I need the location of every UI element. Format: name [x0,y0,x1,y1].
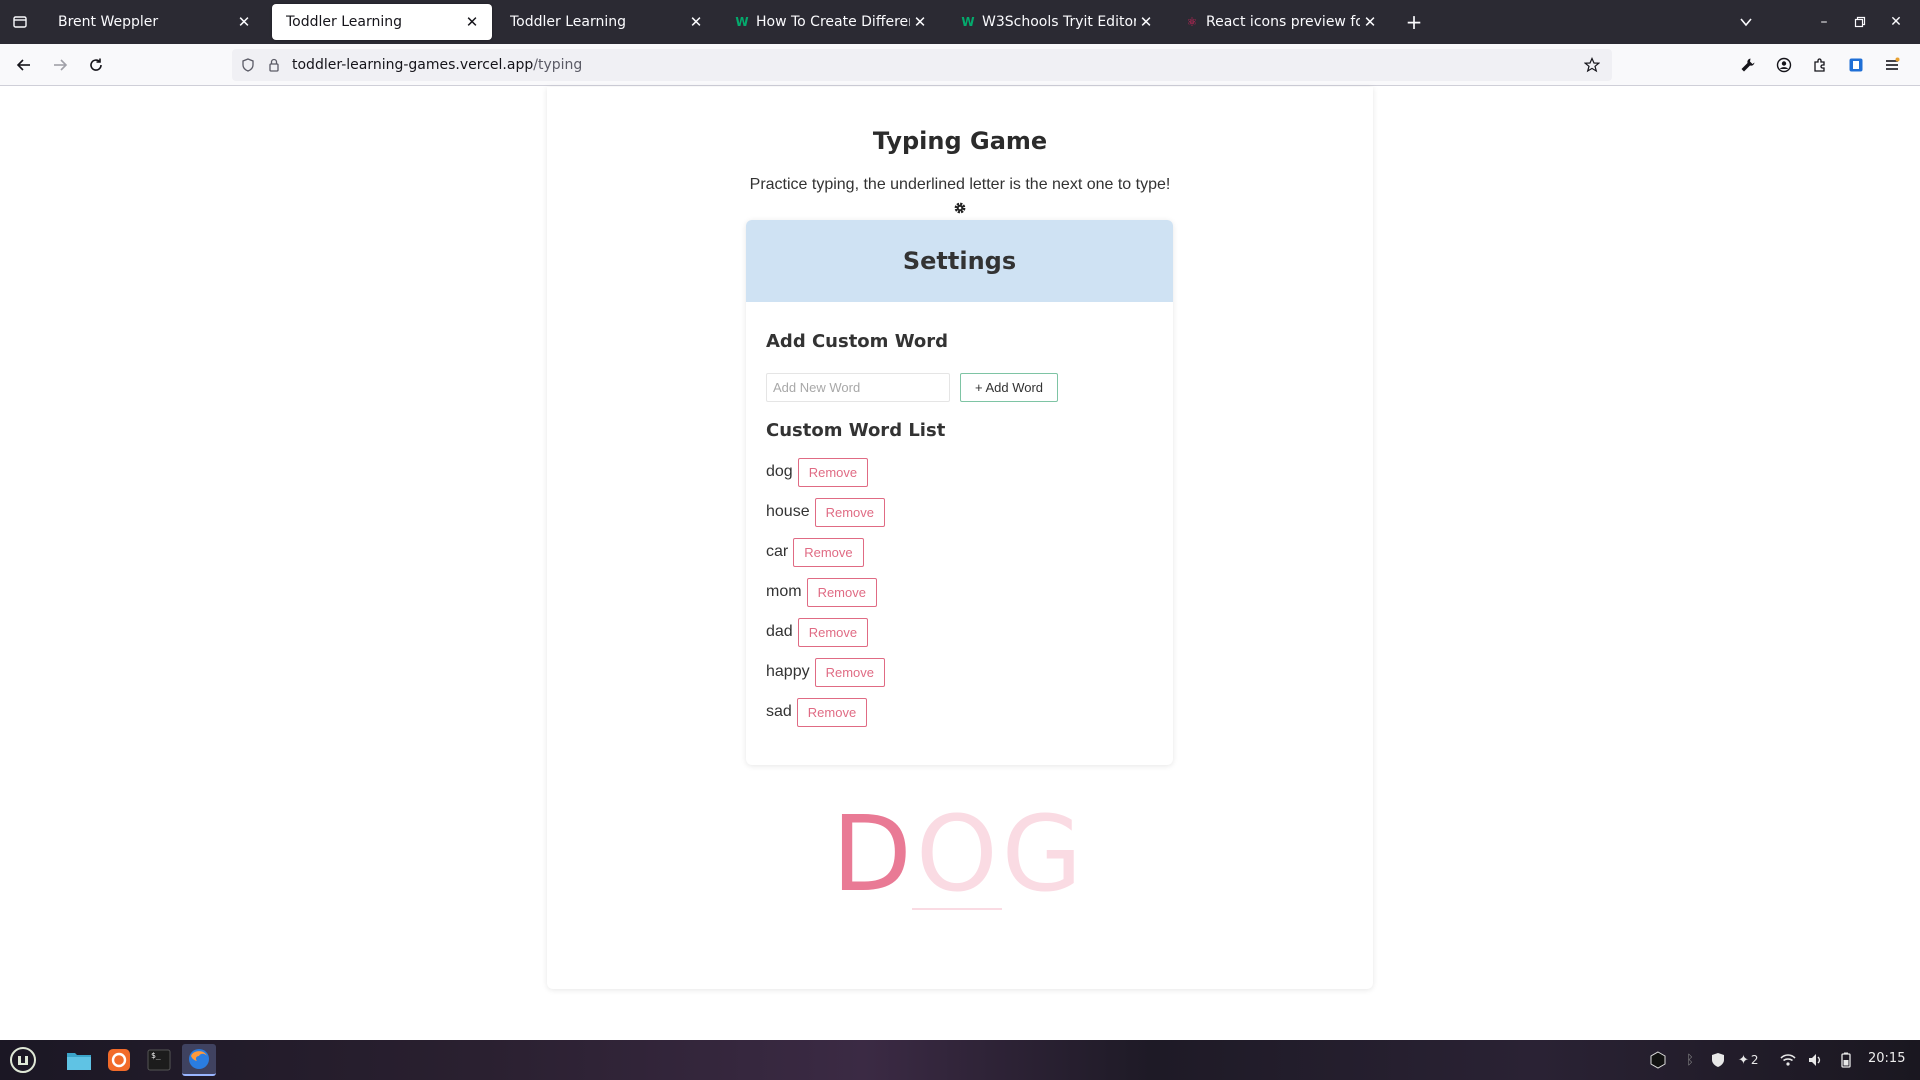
restore-icon[interactable] [1840,0,1880,44]
word-row-sad: sad Remove [766,697,868,727]
word-text: dad [766,623,793,640]
close-icon[interactable]: ✕ [686,13,706,31]
new-tab-icon[interactable]: + [1394,0,1434,44]
pending-letter: G [1001,793,1083,915]
word-row-house: house Remove [766,497,886,527]
software-manager-icon[interactable] [102,1044,136,1076]
network-activity-icon[interactable]: ✦ 2 [1738,1050,1778,1070]
firefox-app-icon[interactable] [182,1044,216,1076]
remove-button[interactable]: Remove [814,657,886,687]
close-icon[interactable]: ✕ [462,13,482,31]
minimize-icon[interactable]: – [1804,0,1844,44]
add-custom-word-title: Add Custom Word [766,331,949,352]
settings-panel: Settings Add Custom Word + Add Word Cust… [746,220,1173,765]
svg-text:$_: $_ [151,1051,161,1060]
tab-title: Toddler Learning [510,14,626,30]
terminal-icon[interactable]: $_ [142,1044,176,1076]
w3schools-icon: W [961,15,975,29]
wifi-icon[interactable] [1778,1050,1798,1070]
extensions-icon[interactable] [1804,49,1836,81]
add-word-button[interactable]: + Add Word [960,373,1058,402]
wrench-icon[interactable] [1732,49,1764,81]
tab-toddler-learning-active[interactable]: Toddler Learning ✕ [272,4,492,40]
remove-button[interactable]: Remove [793,537,864,567]
word-row-mom: mom Remove [766,577,877,607]
game-card: Typing Game Practice typing, the underli… [547,87,1373,989]
remove-button[interactable]: Remove [797,617,869,647]
tab-title: React icons preview for fa [1206,14,1360,30]
list-all-tabs-icon[interactable] [1726,0,1766,44]
tab-w3schools-tryit[interactable]: W W3Schools Tryit Editor ✕ [946,4,1166,40]
word-text: happy [766,663,810,680]
w3schools-icon: W [735,15,749,29]
tab-title: Toddler Learning [286,14,402,30]
page-viewport: Typing Game Practice typing, the underli… [0,87,1920,1040]
tab-strip: Brent Weppler ✕ Toddler Learning ✕ Toddl… [0,0,1920,44]
forward-icon[interactable] [44,49,76,81]
tab-toddler-learning[interactable]: Toddler Learning ✕ [496,4,716,40]
bluetooth-icon[interactable]: ᛒ [1680,1050,1700,1070]
extension-blue-icon[interactable] [1840,49,1872,81]
word-row-dad: dad Remove [766,617,869,647]
close-icon[interactable]: ✕ [234,13,254,31]
tab-title: W3Schools Tryit Editor [982,14,1136,30]
reload-icon[interactable] [80,49,112,81]
tab-how-to-create[interactable]: W How To Create Different Sh ✕ [720,4,940,40]
typed-letter: D [831,793,912,915]
word-text: car [766,543,789,560]
shield-icon[interactable] [1708,1050,1728,1070]
typing-word: D O G [827,802,1087,912]
word-text: sad [766,703,792,720]
bookmark-star-icon[interactable] [1584,57,1600,73]
remove-button[interactable]: Remove [806,577,877,607]
page-title: Typing Game [872,127,1048,155]
settings-header: Settings [746,220,1173,302]
close-icon[interactable]: ✕ [1360,13,1380,31]
gear-icon[interactable] [950,198,970,218]
word-text: house [766,503,810,520]
account-icon[interactable] [1768,49,1800,81]
remove-button[interactable]: Remove [796,697,868,727]
navigation-bar: toddler-learning-games.vercel.app/typing [0,44,1920,86]
back-icon[interactable] [8,49,40,81]
remove-button[interactable]: Remove [814,497,886,527]
menu-icon[interactable] [1876,49,1908,81]
word-row-dog: dog Remove [766,457,869,487]
package-icon[interactable] [1648,1050,1668,1070]
tracking-protection-icon[interactable] [240,57,256,73]
page-subtitle: Practice typing, the underlined letter i… [749,176,1171,193]
remove-button[interactable]: Remove [797,457,869,487]
word-row-car: car Remove [766,537,864,567]
add-word-input[interactable] [766,373,950,402]
tab-overview-icon[interactable] [0,0,40,44]
tab-brent-weppler[interactable]: Brent Weppler ✕ [44,4,264,40]
close-icon[interactable]: ✕ [1136,13,1156,31]
close-icon[interactable]: ✕ [910,13,930,31]
tab-title: How To Create Different Sh [756,14,910,30]
word-row-happy: happy Remove [766,657,886,687]
clock[interactable]: 20:15 [1868,1051,1905,1066]
volume-icon[interactable] [1806,1050,1826,1070]
url-host: toddler-learning-games.vercel.app [292,57,534,73]
window-close-icon[interactable]: ✕ [1876,0,1916,44]
tab-react-icons[interactable]: ⚛ React icons preview for fa ✕ [1170,4,1390,40]
battery-icon[interactable] [1836,1050,1856,1070]
tab-title: Brent Weppler [58,14,159,30]
word-text: dog [766,463,793,480]
network-activity-count: 2 [1750,1053,1759,1067]
network-activity-glyph: ✦ [1738,1052,1749,1068]
taskbar: $_ ᛒ ✦ 2 20:15 [0,1040,1920,1080]
custom-word-list-title: Custom Word List [766,420,946,441]
files-app-icon[interactable] [62,1044,96,1076]
url-path: /typing [533,57,583,73]
lock-icon[interactable] [266,57,282,73]
react-icon: ⚛ [1186,15,1198,29]
word-text: mom [766,583,802,600]
next-letter-underlined: O [911,793,1002,915]
start-menu-icon[interactable] [6,1044,40,1076]
url-bar[interactable]: toddler-learning-games.vercel.app/typing [232,49,1612,81]
